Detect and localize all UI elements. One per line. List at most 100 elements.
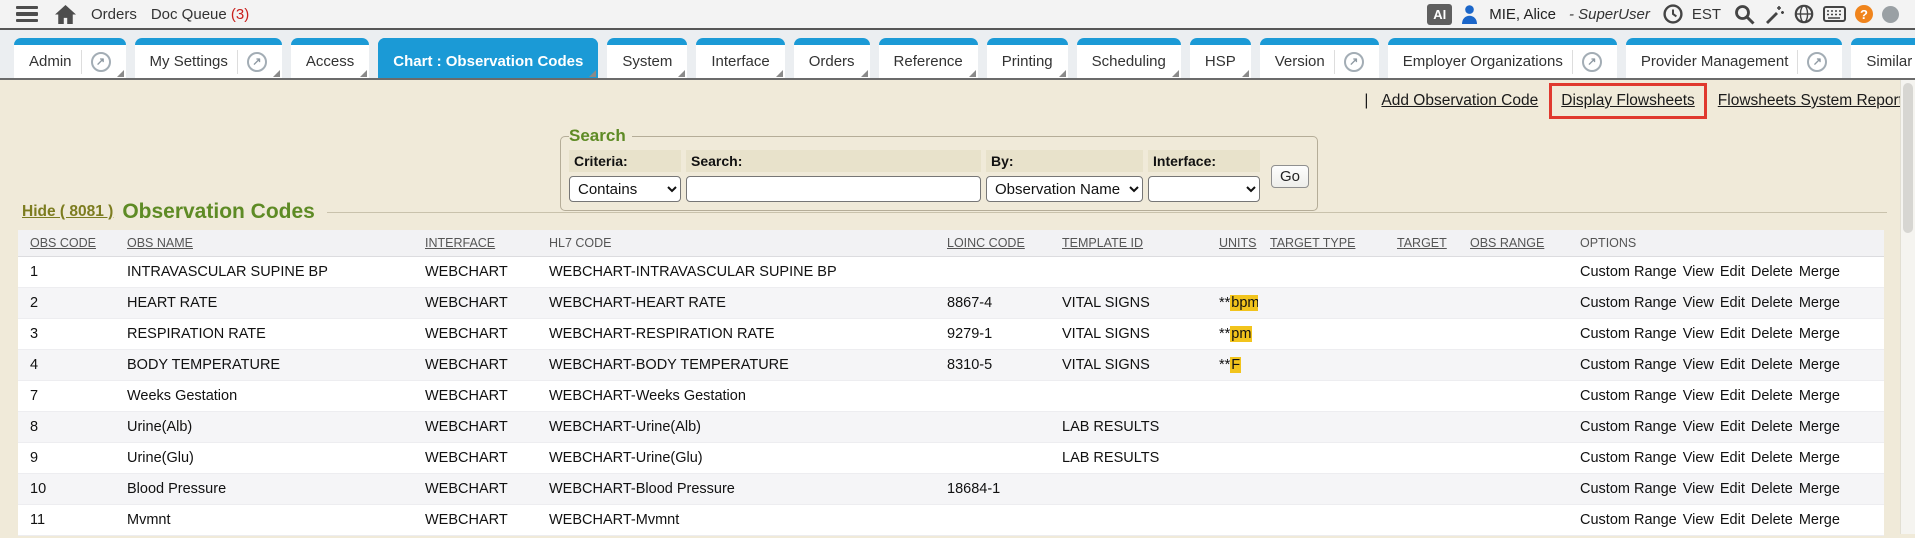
- clock-icon[interactable]: [1663, 4, 1683, 24]
- search-icon[interactable]: [1734, 4, 1755, 25]
- tab-interface[interactable]: Interface: [696, 38, 784, 78]
- option-link-edit[interactable]: Edit: [1720, 512, 1745, 528]
- tab-version[interactable]: Version↗: [1260, 38, 1379, 78]
- column-header-units[interactable]: UNITS: [1207, 230, 1258, 257]
- option-link-view[interactable]: View: [1683, 419, 1714, 435]
- option-link-delete[interactable]: Delete: [1751, 264, 1793, 280]
- option-link-edit[interactable]: Edit: [1720, 419, 1745, 435]
- option-link-merge[interactable]: Merge: [1799, 357, 1840, 373]
- option-link-delete[interactable]: Delete: [1751, 295, 1793, 311]
- nav-doc-queue[interactable]: Doc Queue (3): [151, 6, 249, 23]
- option-link-merge[interactable]: Merge: [1799, 481, 1840, 497]
- by-select[interactable]: Observation Name: [986, 176, 1143, 202]
- home-icon[interactable]: [54, 4, 77, 25]
- option-link-custom-range[interactable]: Custom Range: [1580, 357, 1677, 373]
- user-name[interactable]: MIE, Alice: [1489, 6, 1556, 23]
- tab-scheduling[interactable]: Scheduling: [1077, 38, 1181, 78]
- tab-hsp[interactable]: HSP: [1190, 38, 1251, 78]
- option-link-delete[interactable]: Delete: [1751, 512, 1793, 528]
- option-link-merge[interactable]: Merge: [1799, 512, 1840, 528]
- column-header-loinc-code[interactable]: LOINC CODE: [935, 230, 1050, 257]
- option-link-merge[interactable]: Merge: [1799, 264, 1840, 280]
- option-link-custom-range[interactable]: Custom Range: [1580, 450, 1677, 466]
- add-observation-code-link[interactable]: Add Observation Code: [1381, 92, 1538, 110]
- option-link-view[interactable]: View: [1683, 326, 1714, 342]
- scrollbar-thumb[interactable]: [1903, 83, 1913, 233]
- column-header-interface[interactable]: INTERFACE: [413, 230, 537, 257]
- option-link-custom-range[interactable]: Custom Range: [1580, 295, 1677, 311]
- external-link-icon[interactable]: ↗: [1807, 52, 1827, 72]
- tab-caret-icon: [1242, 70, 1249, 77]
- column-header-obs-code[interactable]: OBS CODE: [18, 230, 115, 257]
- keyboard-icon[interactable]: [1823, 6, 1846, 22]
- option-link-merge[interactable]: Merge: [1799, 450, 1840, 466]
- option-link-delete[interactable]: Delete: [1751, 419, 1793, 435]
- option-link-edit[interactable]: Edit: [1720, 264, 1745, 280]
- option-link-view[interactable]: View: [1683, 388, 1714, 404]
- column-header-target[interactable]: TARGET: [1385, 230, 1458, 257]
- option-link-custom-range[interactable]: Custom Range: [1580, 264, 1677, 280]
- column-header-target-type[interactable]: TARGET TYPE: [1258, 230, 1385, 257]
- option-link-delete[interactable]: Delete: [1751, 481, 1793, 497]
- column-header-template-id[interactable]: TEMPLATE ID: [1050, 230, 1207, 257]
- option-link-view[interactable]: View: [1683, 295, 1714, 311]
- hide-count-link[interactable]: Hide ( 8081 ): [22, 203, 113, 221]
- option-link-merge[interactable]: Merge: [1799, 326, 1840, 342]
- criteria-select[interactable]: Contains: [569, 176, 681, 202]
- display-flowsheets-link[interactable]: Display Flowsheets: [1561, 92, 1695, 109]
- option-link-custom-range[interactable]: Custom Range: [1580, 419, 1677, 435]
- external-link-icon[interactable]: ↗: [1344, 52, 1364, 72]
- option-link-view[interactable]: View: [1683, 357, 1714, 373]
- ai-badge[interactable]: AI: [1427, 4, 1452, 25]
- option-link-view[interactable]: View: [1683, 450, 1714, 466]
- option-link-delete[interactable]: Delete: [1751, 326, 1793, 342]
- tab-access[interactable]: Access: [291, 38, 369, 78]
- tab-employer-organizations[interactable]: Employer Organizations↗: [1388, 38, 1617, 78]
- wand-icon[interactable]: [1764, 4, 1785, 25]
- column-header-obs-range[interactable]: OBS RANGE: [1458, 230, 1568, 257]
- flowsheets-system-report-link[interactable]: Flowsheets System Report: [1718, 92, 1903, 110]
- tab-caret-icon: [1172, 70, 1179, 77]
- option-link-custom-range[interactable]: Custom Range: [1580, 326, 1677, 342]
- option-link-merge[interactable]: Merge: [1799, 295, 1840, 311]
- external-link-icon[interactable]: ↗: [247, 52, 267, 72]
- option-link-view[interactable]: View: [1683, 264, 1714, 280]
- column-header-obs-name[interactable]: OBS NAME: [115, 230, 413, 257]
- tab-printing[interactable]: Printing: [987, 38, 1068, 78]
- option-link-merge[interactable]: Merge: [1799, 419, 1840, 435]
- option-link-edit[interactable]: Edit: [1720, 326, 1745, 342]
- option-link-delete[interactable]: Delete: [1751, 450, 1793, 466]
- go-button[interactable]: Go: [1271, 165, 1309, 188]
- cell-target-type: [1258, 505, 1385, 536]
- tab-admin[interactable]: Admin↗: [14, 38, 126, 78]
- option-link-edit[interactable]: Edit: [1720, 450, 1745, 466]
- search-input[interactable]: [686, 176, 981, 202]
- option-link-edit[interactable]: Edit: [1720, 357, 1745, 373]
- option-link-edit[interactable]: Edit: [1720, 481, 1745, 497]
- hamburger-menu-icon[interactable]: [14, 4, 40, 25]
- tab-my-settings[interactable]: My Settings↗: [135, 38, 282, 78]
- option-link-custom-range[interactable]: Custom Range: [1580, 481, 1677, 497]
- tab-reference[interactable]: Reference: [879, 38, 978, 78]
- tab-orders[interactable]: Orders: [794, 38, 870, 78]
- nav-orders[interactable]: Orders: [91, 6, 137, 23]
- option-link-edit[interactable]: Edit: [1720, 388, 1745, 404]
- tab-similar-exposure-groups-segs[interactable]: Similar Exposure Groups (SEGs)↗: [1851, 38, 1915, 78]
- globe-icon[interactable]: [1794, 4, 1814, 24]
- option-link-edit[interactable]: Edit: [1720, 295, 1745, 311]
- vertical-scrollbar[interactable]: [1900, 80, 1915, 534]
- option-link-delete[interactable]: Delete: [1751, 388, 1793, 404]
- option-link-custom-range[interactable]: Custom Range: [1580, 512, 1677, 528]
- tab-chart-observation-codes[interactable]: Chart : Observation Codes: [378, 38, 598, 78]
- option-link-custom-range[interactable]: Custom Range: [1580, 388, 1677, 404]
- option-link-merge[interactable]: Merge: [1799, 388, 1840, 404]
- interface-select[interactable]: [1148, 176, 1260, 202]
- option-link-delete[interactable]: Delete: [1751, 357, 1793, 373]
- tab-provider-management[interactable]: Provider Management↗: [1626, 38, 1843, 78]
- external-link-icon[interactable]: ↗: [1582, 52, 1602, 72]
- tab-system[interactable]: System: [607, 38, 687, 78]
- help-icon[interactable]: ?: [1855, 5, 1873, 23]
- option-link-view[interactable]: View: [1683, 481, 1714, 497]
- option-link-view[interactable]: View: [1683, 512, 1714, 528]
- external-link-icon[interactable]: ↗: [91, 52, 111, 72]
